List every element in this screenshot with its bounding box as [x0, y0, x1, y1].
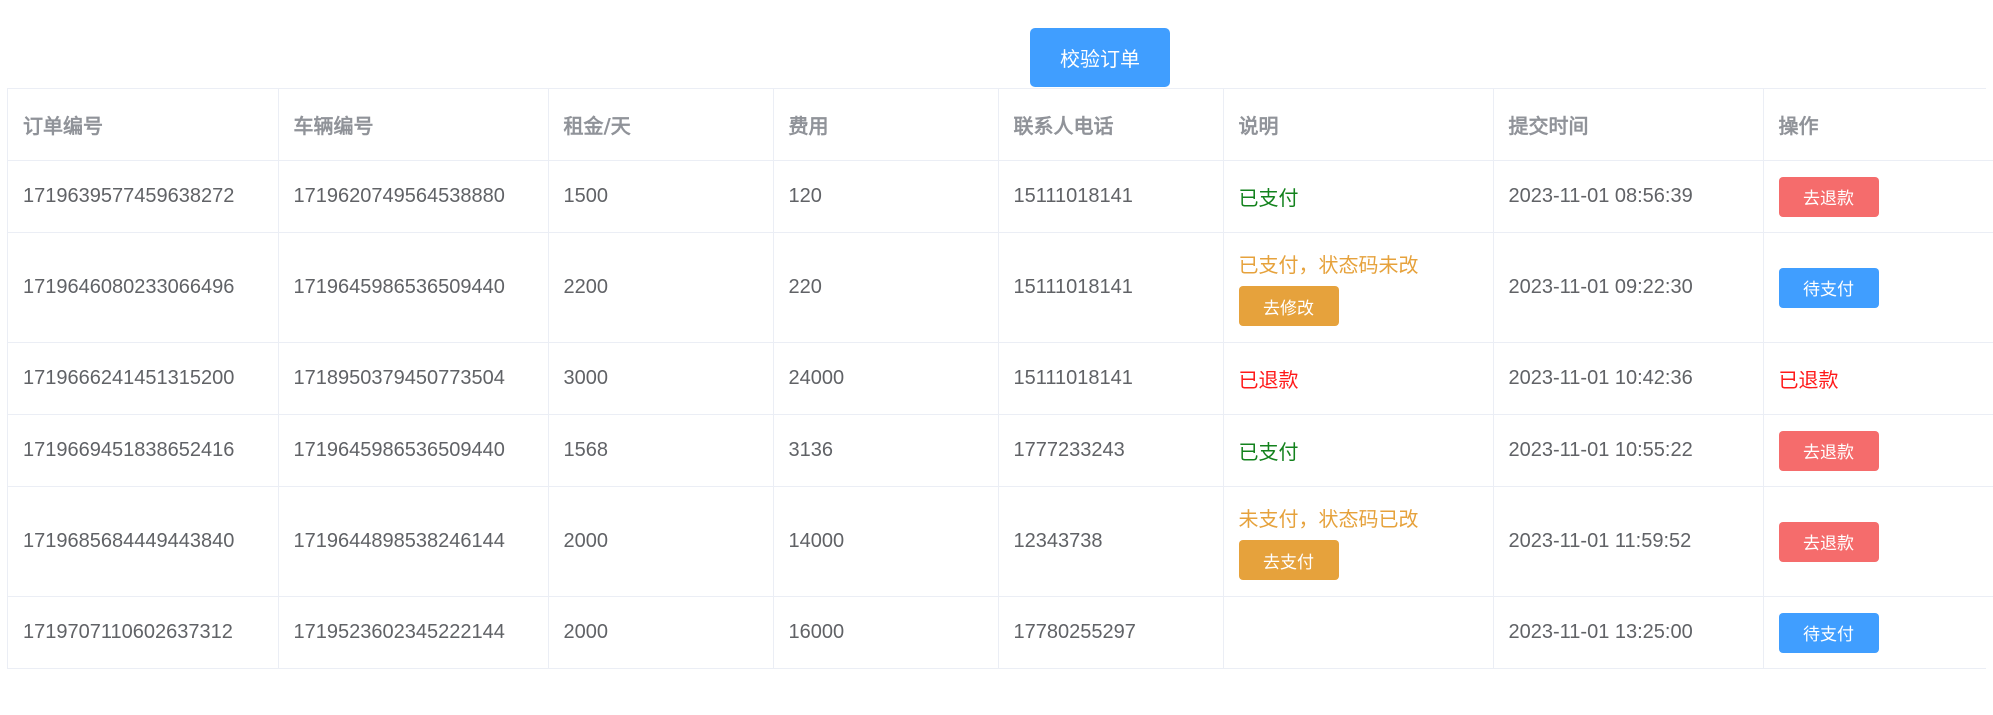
cell-action: 待支付: [1763, 596, 1993, 668]
refund-button[interactable]: 去退款: [1778, 521, 1879, 562]
cell-desc: 未支付，状态码已改 去支付: [1223, 486, 1494, 597]
modify-button[interactable]: 去修改: [1238, 286, 1339, 326]
cell-desc: [1223, 596, 1494, 668]
cell-phone: 17780255297: [998, 596, 1224, 668]
table-header-row: 订单编号 车辆编号 租金/天 费用 联系人电话 说明 提交时间 操作: [8, 89, 1993, 161]
order-page: 校验订单 订单编号 车辆编号 租金/天 费用 联系人电话 说明 提交时间 操作 …: [0, 0, 1993, 715]
cell-phone: 15111018141: [998, 160, 1224, 233]
cell-order-id: 1719685684449443840: [8, 486, 279, 597]
header-rent: 租金/天: [548, 89, 774, 161]
cell-desc: 已支付: [1223, 160, 1494, 233]
table-row: 1719666241451315200 1718950379450773504 …: [8, 342, 1993, 415]
cell-rent: 2200: [548, 232, 774, 343]
cell-action-text: 已退款: [1763, 342, 1993, 415]
cell-action: 去退款: [1763, 486, 1993, 597]
cell-desc: 已支付: [1223, 414, 1494, 487]
desc-text: 已支付，状态码未改: [1238, 253, 1419, 277]
cell-action: 去退款: [1763, 414, 1993, 487]
header-action: 操作: [1763, 89, 1993, 161]
header-desc: 说明: [1223, 89, 1494, 161]
cell-phone: 15111018141: [998, 232, 1224, 343]
cell-order-id: 1719639577459638272: [8, 160, 279, 233]
header-fee: 费用: [773, 89, 999, 161]
cell-time: 2023-11-01 09:22:30: [1493, 232, 1764, 343]
cell-order-id: 1719646080233066496: [8, 232, 279, 343]
cell-vehicle-id: 1719645986536509440: [278, 414, 549, 487]
cell-vehicle-id: 1719620749564538880: [278, 160, 549, 233]
refund-button[interactable]: 去退款: [1778, 176, 1879, 217]
table-row: 1719669451838652416 1719645986536509440 …: [8, 414, 1993, 487]
table-row: 1719685684449443840 1719644898538246144 …: [8, 486, 1993, 597]
table-row: 1719646080233066496 1719645986536509440 …: [8, 232, 1993, 343]
cell-rent: 1500: [548, 160, 774, 233]
cell-phone: 15111018141: [998, 342, 1224, 415]
cell-rent: 1568: [548, 414, 774, 487]
cell-time: 2023-11-01 13:25:00: [1493, 596, 1764, 668]
cell-fee: 16000: [773, 596, 999, 668]
cell-time: 2023-11-01 10:55:22: [1493, 414, 1764, 487]
cell-fee: 14000: [773, 486, 999, 597]
cell-rent: 2000: [548, 486, 774, 597]
cell-vehicle-id: 1718950379450773504: [278, 342, 549, 415]
orders-table-container: 订单编号 车辆编号 租金/天 费用 联系人电话 说明 提交时间 操作 17196…: [7, 88, 1993, 669]
pending-payment-button[interactable]: 待支付: [1778, 612, 1879, 653]
header-time: 提交时间: [1493, 89, 1764, 161]
toolbar: 校验订单: [0, 28, 1993, 87]
cell-rent: 2000: [548, 596, 774, 668]
pending-payment-button[interactable]: 待支付: [1778, 267, 1879, 308]
header-vehicle-id: 车辆编号: [278, 89, 549, 161]
desc-text: 未支付，状态码已改: [1238, 507, 1419, 531]
cell-fee: 120: [773, 160, 999, 233]
table-row: 1719639577459638272 1719620749564538880 …: [8, 160, 1993, 233]
cell-phone: 12343738: [998, 486, 1224, 597]
cell-order-id: 1719669451838652416: [8, 414, 279, 487]
header-order-id: 订单编号: [8, 89, 279, 161]
cell-desc: 已退款: [1223, 342, 1494, 415]
cell-fee: 3136: [773, 414, 999, 487]
cell-time: 2023-11-01 11:59:52: [1493, 486, 1764, 597]
cell-order-id: 1719666241451315200: [8, 342, 279, 415]
cell-action: 待支付: [1763, 232, 1993, 343]
cell-vehicle-id: 1719645986536509440: [278, 232, 549, 343]
cell-action: 去退款: [1763, 160, 1993, 233]
desc-block: 未支付，状态码已改 去支付: [1238, 503, 1478, 580]
header-phone: 联系人电话: [998, 89, 1224, 161]
refund-button[interactable]: 去退款: [1778, 430, 1879, 471]
cell-time: 2023-11-01 10:42:36: [1493, 342, 1764, 415]
cell-vehicle-id: 1719644898538246144: [278, 486, 549, 597]
cell-phone: 1777233243: [998, 414, 1224, 487]
cell-vehicle-id: 1719523602345222144: [278, 596, 549, 668]
cell-order-id: 1719707110602637312: [8, 596, 279, 668]
cell-fee: 220: [773, 232, 999, 343]
verify-orders-button[interactable]: 校验订单: [1030, 28, 1170, 87]
table-row: 1719707110602637312 1719523602345222144 …: [8, 596, 1993, 668]
desc-block: 已支付，状态码未改 去修改: [1238, 249, 1478, 326]
pay-now-button[interactable]: 去支付: [1238, 540, 1339, 580]
cell-desc: 已支付，状态码未改 去修改: [1223, 232, 1494, 343]
cell-rent: 3000: [548, 342, 774, 415]
cell-time: 2023-11-01 08:56:39: [1493, 160, 1764, 233]
orders-table: 订单编号 车辆编号 租金/天 费用 联系人电话 说明 提交时间 操作 17196…: [8, 89, 1993, 668]
cell-fee: 24000: [773, 342, 999, 415]
